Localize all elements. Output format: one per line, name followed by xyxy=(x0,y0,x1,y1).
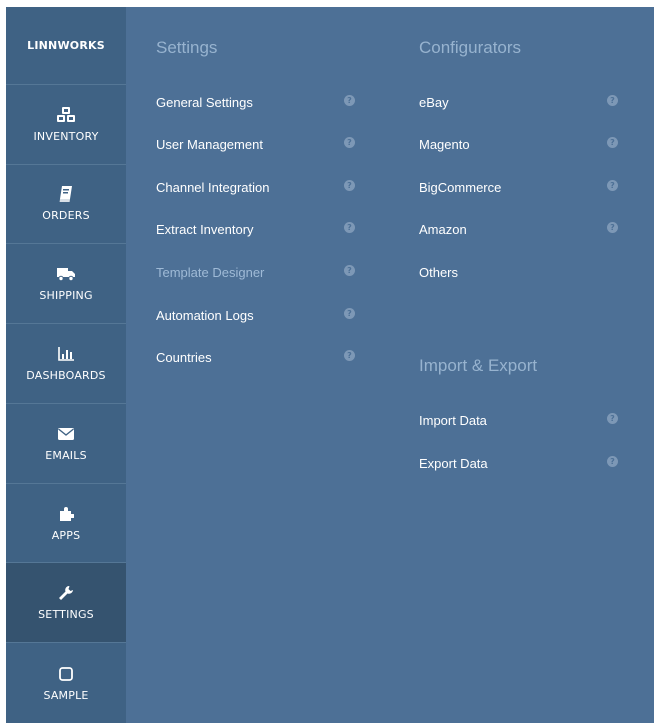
sidebar-item-emails[interactable]: EMAILS xyxy=(6,404,126,484)
sidebar: LINNWORKS INVENTORY ORDERS SHIPPING DASH… xyxy=(6,7,126,723)
help-icon[interactable]: ? xyxy=(344,180,355,191)
help-icon[interactable]: ? xyxy=(607,180,618,191)
wrench-icon xyxy=(58,584,74,602)
sidebar-item-label: APPS xyxy=(51,528,81,542)
sidebar-item-shipping[interactable]: SHIPPING xyxy=(6,244,126,325)
sidebar-item-label: SAMPLE xyxy=(43,688,89,702)
help-icon[interactable]: ? xyxy=(344,137,355,148)
menu-item-user-management[interactable]: User Management ? xyxy=(156,134,366,154)
help-icon[interactable]: ? xyxy=(607,95,618,106)
cubes-icon xyxy=(57,106,75,124)
menu-item-template-designer[interactable]: Template Designer ? xyxy=(156,262,366,282)
menu-item-label: Extract Inventory xyxy=(156,221,254,237)
sidebar-item-label: DASHBOARDS xyxy=(26,369,106,383)
sidebar-item-label: SHIPPING xyxy=(39,289,93,303)
menu-item-label: General Settings xyxy=(156,94,253,110)
menu-item-label: eBay xyxy=(419,94,449,110)
menu-item-label: BigCommerce xyxy=(419,179,502,195)
section-title-import-export: Import & Export xyxy=(419,356,538,375)
menu-item-label: Channel Integration xyxy=(156,179,270,195)
menu-item-automation-logs[interactable]: Automation Logs ? xyxy=(156,305,366,325)
menu-item-label: Amazon xyxy=(419,221,467,237)
menu-item-extract-inventory[interactable]: Extract Inventory ? xyxy=(156,219,366,239)
sidebar-item-dashboards[interactable]: DASHBOARDS xyxy=(6,324,126,404)
sidebar-item-sample[interactable]: SAMPLE xyxy=(6,643,126,723)
settings-panel: Settings General Settings ? User Managem… xyxy=(126,7,654,723)
envelope-icon xyxy=(58,425,74,443)
menu-item-others[interactable]: Others xyxy=(419,262,629,282)
menu-item-import-data[interactable]: Import Data ? xyxy=(419,410,629,430)
menu-item-countries[interactable]: Countries ? xyxy=(156,347,366,367)
menu-item-magento[interactable]: Magento ? xyxy=(419,134,629,154)
menu-item-export-data[interactable]: Export Data ? xyxy=(419,453,629,473)
menu-item-channel-integration[interactable]: Channel Integration ? xyxy=(156,177,366,197)
sidebar-item-settings[interactable]: SETTINGS xyxy=(6,563,126,644)
help-icon[interactable]: ? xyxy=(607,222,618,233)
menu-item-ebay[interactable]: eBay ? xyxy=(419,92,629,112)
menu-item-general-settings[interactable]: General Settings ? xyxy=(156,92,366,112)
sidebar-item-inventory[interactable]: INVENTORY xyxy=(6,85,126,165)
menu-item-label: Others xyxy=(419,264,459,280)
menu-item-label: Import Data xyxy=(419,412,487,428)
sidebar-item-label: EMAILS xyxy=(45,448,87,462)
book-icon xyxy=(59,185,73,203)
help-icon[interactable]: ? xyxy=(344,95,355,106)
menu-item-label: Countries xyxy=(156,349,212,365)
app-window: LINNWORKS INVENTORY ORDERS SHIPPING DASH… xyxy=(6,7,654,723)
menu-item-label: Automation Logs xyxy=(156,307,254,323)
menu-item-label: Template Designer xyxy=(156,264,265,280)
help-icon[interactable]: ? xyxy=(344,265,355,276)
sidebar-item-orders[interactable]: ORDERS xyxy=(6,165,126,245)
help-icon[interactable]: ? xyxy=(607,456,618,467)
menu-item-label: User Management xyxy=(156,136,263,152)
puzzle-icon xyxy=(58,505,74,523)
help-icon[interactable]: ? xyxy=(344,222,355,233)
section-title-configurators: Configurators xyxy=(419,38,522,57)
help-icon[interactable]: ? xyxy=(607,137,618,148)
menu-item-label: Magento xyxy=(419,136,470,152)
sidebar-item-label: INVENTORY xyxy=(33,129,99,143)
menu-item-bigcommerce[interactable]: BigCommerce ? xyxy=(419,177,629,197)
help-icon[interactable]: ? xyxy=(344,350,355,361)
sidebar-item-label: SETTINGS xyxy=(38,608,94,622)
brand-logo[interactable]: LINNWORKS xyxy=(6,7,126,85)
square-icon xyxy=(59,665,73,683)
menu-item-amazon[interactable]: Amazon ? xyxy=(419,219,629,239)
help-icon[interactable]: ? xyxy=(344,308,355,319)
bar-chart-icon xyxy=(58,345,74,363)
help-icon[interactable]: ? xyxy=(607,413,618,424)
truck-icon xyxy=(57,265,75,283)
menu-item-label: Export Data xyxy=(419,455,488,471)
sidebar-item-label: ORDERS xyxy=(42,209,90,223)
sidebar-item-apps[interactable]: APPS xyxy=(6,484,126,564)
section-title-settings: Settings xyxy=(156,38,218,57)
